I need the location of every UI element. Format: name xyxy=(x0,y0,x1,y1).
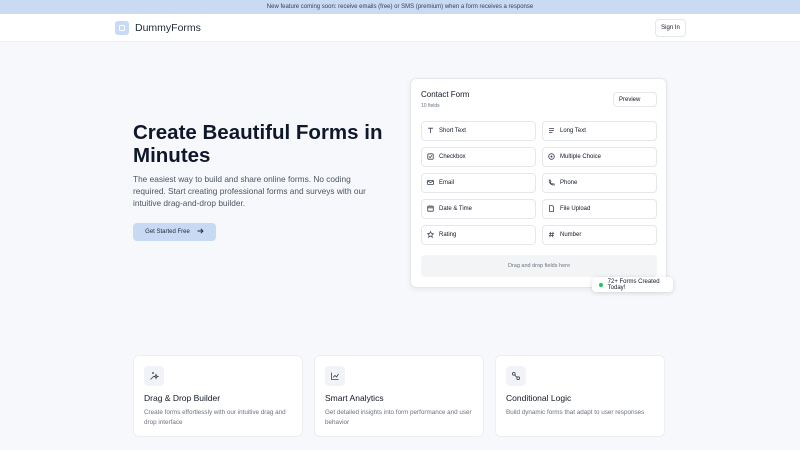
get-started-label: Get Started Free xyxy=(145,229,190,235)
feature-desc: Get detailed insights into form performa… xyxy=(325,409,472,426)
banner-text: New feature coming soon: receive emails … xyxy=(266,4,534,10)
field-label: Phone xyxy=(560,180,578,186)
radio-icon xyxy=(548,152,555,162)
checkbox-icon xyxy=(427,152,434,162)
field-email[interactable]: Email xyxy=(421,173,536,193)
field-multiple-choice[interactable]: Multiple Choice xyxy=(542,147,657,167)
feature-title: Drag & Drop Builder xyxy=(144,393,221,403)
forms-created-badge: 72+ Forms Created Today! xyxy=(592,277,673,292)
field-file-upload[interactable]: File Upload xyxy=(542,199,657,219)
hero-subtitle: The easiest way to build and share onlin… xyxy=(133,174,366,208)
field-phone[interactable]: Phone xyxy=(542,173,657,193)
field-count: 10 fields xyxy=(421,103,440,109)
calendar-icon xyxy=(427,205,434,214)
get-started-button[interactable]: Get Started Free xyxy=(133,223,216,241)
field-label: Short Text xyxy=(439,128,466,134)
field-label: File Upload xyxy=(560,206,591,212)
field-label: Rating xyxy=(439,232,457,238)
feature-desc: Build dynamic forms that adapt to user r… xyxy=(506,409,645,416)
hash-icon xyxy=(548,231,555,240)
drop-zone[interactable]: Drag and drop fields here xyxy=(421,255,657,277)
field-rating[interactable]: Rating xyxy=(421,225,536,245)
brand-name: DummyForms xyxy=(135,22,201,34)
field-label: Multiple Choice xyxy=(560,154,602,160)
logo-icon xyxy=(115,21,129,35)
phone-icon xyxy=(548,179,555,188)
sparkle-icon xyxy=(144,366,164,386)
feature-title: Smart Analytics xyxy=(325,393,384,403)
chart-icon xyxy=(325,366,345,386)
badge-text: 72+ Forms Created Today! xyxy=(607,278,660,291)
field-label: Number xyxy=(560,232,582,238)
field-date-time[interactable]: Date & Time xyxy=(421,199,536,219)
form-preview-card: Contact Form 10 fields Preview Short Tex… xyxy=(410,78,667,288)
route-icon xyxy=(506,366,526,386)
feature-title: Conditional Logic xyxy=(506,393,572,403)
feature-desc: Create forms effortlessly with our intui… xyxy=(144,409,286,426)
paragraph-icon xyxy=(548,127,555,136)
feature-card-drag-drop: Drag & Drop Builder Create forms effortl… xyxy=(133,355,303,437)
field-short-text[interactable]: Short Text xyxy=(421,121,536,141)
sign-in-button[interactable]: Sign In xyxy=(655,19,686,37)
top-navigation: DummyForms Sign In xyxy=(0,14,800,42)
field-number[interactable]: Number xyxy=(542,225,657,245)
field-label: Checkbox xyxy=(439,154,466,160)
text-t-icon xyxy=(427,127,434,136)
file-icon xyxy=(548,204,555,214)
feature-card-conditional-logic: Conditional Logic Build dynamic forms th… xyxy=(495,355,665,437)
announcement-banner: New feature coming soon: receive emails … xyxy=(0,0,800,14)
hero-title: Create Beautiful Forms in Minutes xyxy=(133,121,383,167)
form-title: Contact Form xyxy=(421,90,470,99)
preview-button[interactable]: Preview xyxy=(613,92,657,107)
field-label: Email xyxy=(439,180,455,186)
mail-icon xyxy=(427,179,434,188)
brand[interactable]: DummyForms xyxy=(115,21,201,35)
field-checkbox[interactable]: Checkbox xyxy=(421,147,536,167)
field-label: Date & Time xyxy=(439,206,473,212)
status-dot-icon xyxy=(599,282,603,287)
star-icon xyxy=(426,230,435,240)
feature-card-analytics: Smart Analytics Get detailed insights in… xyxy=(314,355,484,437)
field-long-text[interactable]: Long Text xyxy=(542,121,657,141)
field-label: Long Text xyxy=(560,128,586,134)
arrow-right-icon xyxy=(197,228,204,236)
